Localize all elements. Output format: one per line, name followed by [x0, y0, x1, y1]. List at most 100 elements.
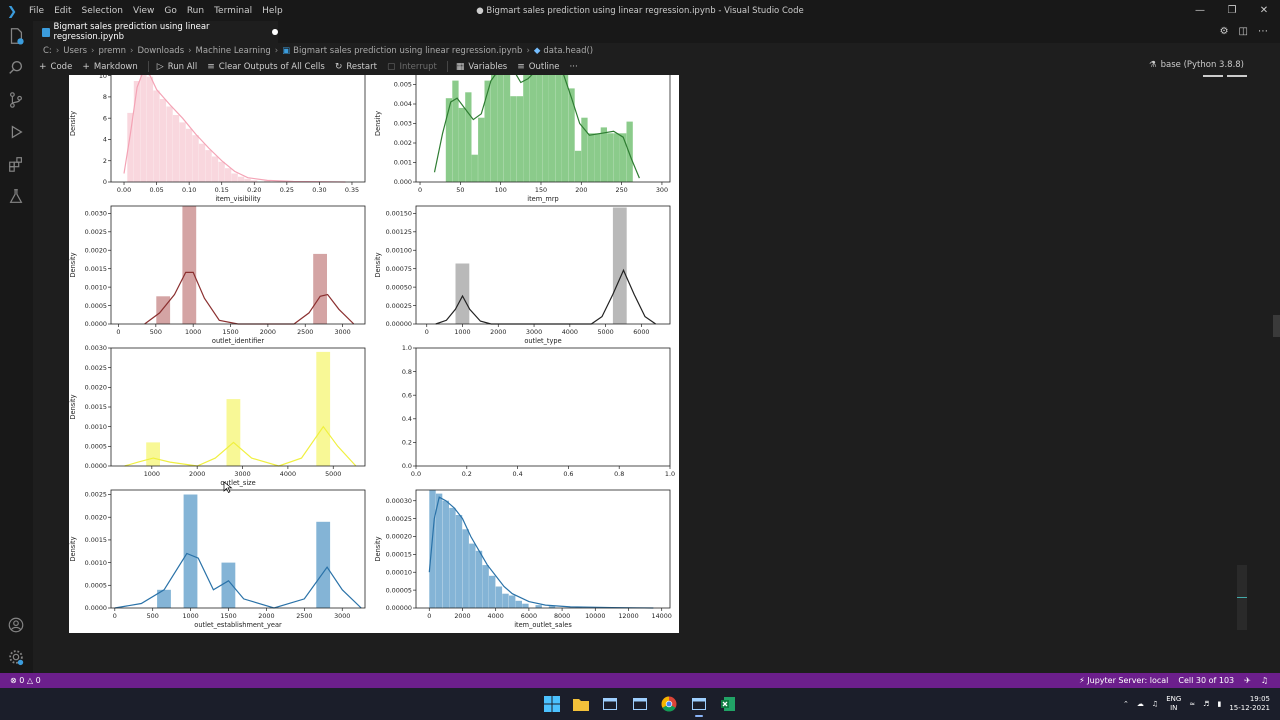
menu-file[interactable]: File: [24, 6, 49, 16]
source-control-icon[interactable]: [5, 89, 27, 111]
y-tick-label: 0.00000: [386, 604, 412, 612]
battery-icon[interactable]: ▮: [1217, 700, 1221, 708]
menu-selection[interactable]: Selection: [77, 6, 128, 16]
menu-go[interactable]: Go: [159, 6, 181, 16]
chart-panel: 0.0 0.2 0.4 0.6 0.8 1.0 0.0 0.2 0.4 0.6 0.8 1.0: [402, 344, 675, 478]
x-tick-label: 0.0: [411, 470, 421, 478]
app-window-icon[interactable]: [600, 694, 620, 714]
histogram-bar: [221, 562, 236, 608]
histogram-bar: [503, 75, 511, 182]
menu-edit[interactable]: Edit: [49, 6, 76, 16]
manage-gear-icon[interactable]: [5, 646, 27, 668]
minimize-icon[interactable]: —: [1184, 0, 1216, 21]
restore-icon[interactable]: ❐: [1216, 0, 1248, 21]
overview-ruler-mark: [1273, 315, 1280, 337]
y-tick-label: 0.0000: [85, 604, 107, 612]
x-tick-label: 2000: [260, 328, 276, 336]
breadcrumb-item[interactable]: C:: [43, 46, 52, 56]
menu-terminal[interactable]: Terminal: [209, 6, 257, 16]
chrome-icon[interactable]: [659, 694, 679, 714]
interrupt-button[interactable]: ▢ Interrupt: [387, 62, 437, 72]
x-tick-label: 6000: [633, 328, 649, 336]
chevron-right-icon: ›: [130, 45, 134, 56]
x-tick-label: 2000: [189, 470, 205, 478]
extensions-icon[interactable]: [5, 153, 27, 175]
file-explorer-icon[interactable]: [571, 694, 591, 714]
y-tick-label: 0.0005: [85, 302, 107, 310]
unsaved-dot-icon[interactable]: [272, 29, 278, 35]
excel-icon[interactable]: [718, 694, 738, 714]
histogram-bar: [172, 115, 180, 182]
add-markdown-button[interactable]: + Markdown: [82, 62, 137, 72]
explorer-icon[interactable]: [5, 25, 27, 47]
histogram-bar: [458, 107, 465, 182]
vscode-window-icon[interactable]: [689, 694, 709, 717]
toolbar-divider: [147, 61, 149, 72]
add-code-button[interactable]: + Code: [39, 62, 72, 72]
app-window-icon[interactable]: [630, 694, 650, 714]
language-indicator[interactable]: ENG IN: [1166, 695, 1181, 713]
onedrive-cloud-icon[interactable]: ☁: [1137, 700, 1144, 708]
split-editor-icon[interactable]: ◫: [1239, 26, 1248, 37]
histogram-bar: [156, 296, 171, 324]
y-tick-label: 8: [103, 93, 107, 101]
outline-icon: ≡: [517, 61, 525, 72]
breadcrumb-item[interactable]: Users: [63, 46, 87, 56]
microphone-icon[interactable]: ♫: [1152, 700, 1158, 708]
histogram-bar: [183, 494, 198, 608]
histogram-bar: [185, 128, 193, 182]
chevron-up-icon[interactable]: ⌃: [1123, 700, 1129, 708]
cell-indicator[interactable]: Cell 30 of 103: [1178, 676, 1234, 685]
tab-notebook[interactable]: Bigmart sales prediction using linear re…: [33, 21, 278, 43]
breadcrumb-item[interactable]: Downloads: [137, 46, 184, 56]
x-tick-label: 14000: [652, 612, 672, 620]
histogram-bar: [442, 500, 449, 608]
feedback-icon[interactable]: ✈: [1244, 676, 1251, 685]
restart-button[interactable]: ↻ Restart: [335, 62, 377, 72]
notifications-bell-icon[interactable]: ♫: [1261, 676, 1268, 685]
run-all-button[interactable]: ▷ Run All: [157, 62, 197, 72]
kernel-flask-icon: ⚗: [1148, 60, 1157, 70]
problems-indicator[interactable]: ⊗ 0 △ 0: [10, 676, 41, 685]
x-tick-label: 1000: [182, 612, 198, 620]
y-tick-label: 0.00050: [386, 283, 412, 291]
testing-flask-icon[interactable]: [5, 185, 27, 207]
settings-gear-icon[interactable]: ⚙: [1220, 26, 1229, 37]
breadcrumb-item[interactable]: Bigmart sales prediction using linear re…: [293, 46, 522, 56]
menu-run[interactable]: Run: [182, 6, 209, 16]
accounts-icon[interactable]: [5, 614, 27, 636]
x-tick-label: 1000: [144, 470, 160, 478]
histogram-bar: [316, 521, 331, 608]
jupyter-server-status[interactable]: ⚡ Jupyter Server: local: [1079, 676, 1168, 685]
menu-view[interactable]: View: [128, 6, 159, 16]
wifi-icon[interactable]: ≈: [1189, 700, 1195, 708]
menu-help[interactable]: Help: [257, 6, 288, 16]
breadcrumb-item[interactable]: Machine Learning: [196, 46, 271, 56]
clear-outputs-button[interactable]: ≡ Clear Outputs of All Cells: [207, 62, 325, 72]
run-debug-icon[interactable]: [5, 121, 27, 143]
search-icon[interactable]: [5, 57, 27, 79]
histogram-bar: [497, 75, 504, 182]
more-actions-icon[interactable]: ⋯: [1258, 26, 1268, 37]
variables-icon: ▦: [455, 61, 465, 72]
y-tick-label: 0.00100: [386, 246, 412, 254]
kernel-picker[interactable]: ⚗ base (Python 3.8.8): [1149, 60, 1244, 70]
y-tick-label: 6: [103, 114, 107, 122]
windows-start-icon[interactable]: [542, 694, 562, 714]
outline-button[interactable]: ≡ Outline: [517, 62, 559, 72]
y-tick-label: 4: [103, 136, 107, 144]
histogram-bar: [465, 92, 472, 182]
clock[interactable]: 19:05 15-12-2021: [1229, 695, 1270, 713]
windows-taskbar: ⌃ ☁ ♫ ENG IN ≈ ♬ ▮ 19:05 15-12-2021: [0, 688, 1280, 720]
close-icon[interactable]: ✕: [1248, 0, 1280, 21]
x-tick-label: 3000: [234, 470, 250, 478]
title-bar: ❯ File Edit Selection View Go Run Termin…: [0, 0, 1280, 21]
x-tick-label: 5000: [597, 328, 613, 336]
breadcrumb-item[interactable]: data.head(): [543, 46, 593, 56]
variables-button[interactable]: ▦ Variables: [456, 62, 507, 72]
x-tick-label: 3000: [334, 328, 350, 336]
volume-icon[interactable]: ♬: [1203, 700, 1209, 708]
more-toolbar-button[interactable]: ···: [570, 62, 578, 72]
breadcrumb-item[interactable]: premn: [98, 46, 126, 56]
y-axis-label: Density: [69, 111, 77, 136]
